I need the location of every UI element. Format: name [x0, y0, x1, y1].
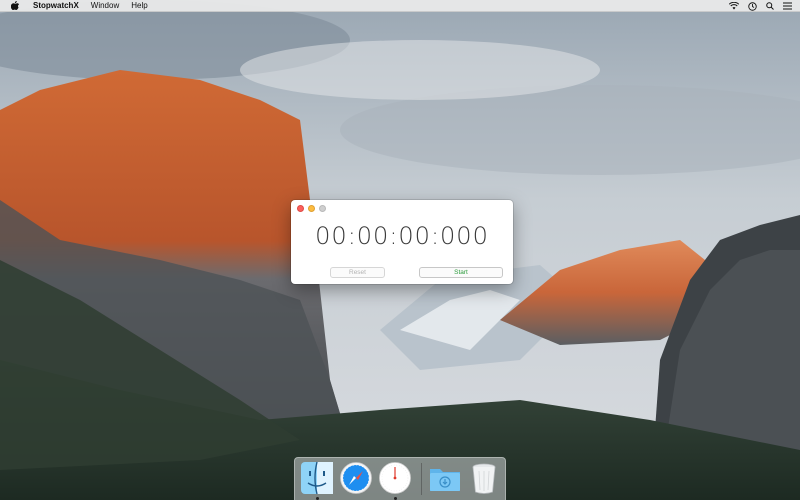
elapsed-time-display: 00:00:00:000	[315, 222, 489, 250]
safari-icon[interactable]	[339, 461, 373, 495]
close-button[interactable]	[297, 205, 304, 212]
menu-app-name[interactable]: StopwatchX	[33, 0, 79, 12]
start-button[interactable]: Start	[419, 267, 503, 278]
downloads-folder-icon[interactable]	[428, 461, 462, 495]
wifi-icon[interactable]	[729, 2, 739, 10]
dock	[294, 457, 506, 500]
minimize-button[interactable]	[308, 205, 315, 212]
zoom-button[interactable]	[319, 205, 326, 212]
dock-divider	[421, 463, 422, 495]
trash-icon[interactable]	[467, 461, 501, 495]
menu-help[interactable]: Help	[131, 0, 147, 12]
reset-button[interactable]: Reset	[330, 267, 385, 278]
clock-icon[interactable]	[748, 1, 757, 11]
finder-icon[interactable]	[300, 461, 334, 495]
search-icon[interactable]	[766, 2, 774, 10]
window-controls	[297, 205, 326, 212]
stopwatch-icon[interactable]	[378, 461, 412, 495]
apple-icon[interactable]	[9, 0, 21, 12]
list-icon[interactable]	[783, 2, 792, 10]
stopwatch-window: 00:00:00:000 Reset Start	[291, 200, 513, 284]
menu-window[interactable]: Window	[91, 0, 119, 12]
menu-bar: StopwatchX Window Help	[0, 0, 800, 12]
